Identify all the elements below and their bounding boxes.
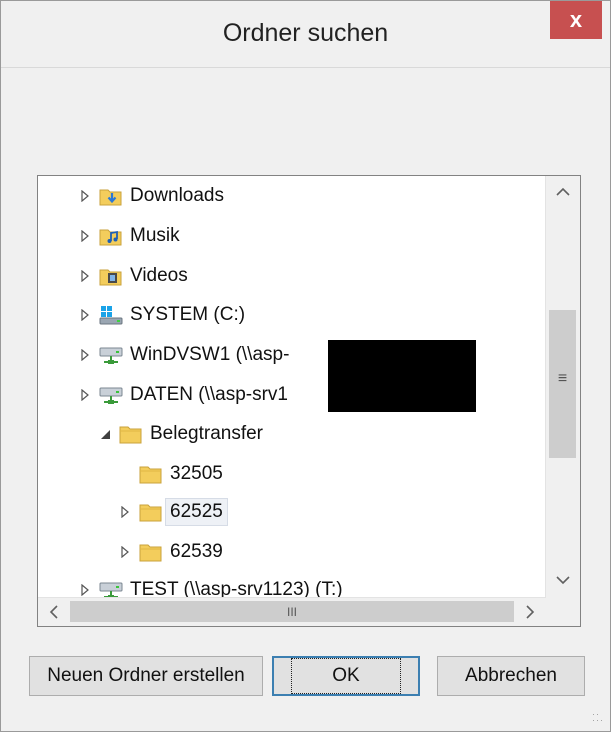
expand-arrow-icon[interactable] bbox=[118, 545, 132, 559]
tree-item-label: Belegtransfer bbox=[150, 423, 264, 444]
folder-icon bbox=[138, 462, 164, 486]
tree-item-label: 62539 bbox=[170, 541, 223, 562]
cancel-button-label: Abbrechen bbox=[465, 665, 557, 686]
vertical-scrollbar[interactable]: ≡ bbox=[545, 176, 580, 600]
folder-icon bbox=[138, 500, 164, 524]
tree-item[interactable]: Belegtransfer bbox=[98, 416, 263, 452]
videos-folder-icon bbox=[98, 264, 124, 288]
tree-item[interactable]: 62539 bbox=[118, 534, 223, 570]
tree-item-label: SYSTEM (C:) bbox=[130, 304, 246, 325]
tree-item[interactable]: Downloads bbox=[78, 178, 224, 214]
title-bar[interactable]: Ordner suchen x bbox=[1, 1, 610, 68]
vertical-thumb-grip: ≡ bbox=[557, 370, 568, 387]
chevron-up-icon bbox=[556, 187, 570, 196]
tree-item[interactable]: 62525 bbox=[118, 494, 228, 530]
tree-item-label: Videos bbox=[130, 265, 188, 286]
resize-grip[interactable]: ·· ··· bbox=[592, 710, 604, 725]
system-drive-icon bbox=[98, 303, 124, 327]
redaction-block bbox=[328, 340, 476, 412]
horizontal-scrollbar[interactable]: III bbox=[38, 597, 546, 626]
tree-item[interactable]: WinDVSW1 (\\asp- bbox=[78, 337, 289, 373]
expand-arrow-icon[interactable] bbox=[78, 348, 92, 362]
scroll-down-button[interactable] bbox=[546, 564, 580, 596]
chevron-down-icon bbox=[556, 576, 570, 585]
ok-button[interactable]: OK bbox=[272, 656, 420, 696]
vertical-scroll-thumb[interactable]: ≡ bbox=[549, 310, 576, 458]
expand-arrow-icon[interactable] bbox=[78, 308, 92, 322]
tree-item-label: Downloads bbox=[130, 185, 224, 206]
chevron-right-icon bbox=[526, 605, 535, 619]
tree-item[interactable]: DATEN (\\asp-srv1 bbox=[78, 377, 288, 413]
dialog-title: Ordner suchen bbox=[222, 19, 389, 47]
tree-item[interactable]: SYSTEM (C:) bbox=[78, 297, 245, 333]
tree-item-label: Musik bbox=[130, 225, 180, 246]
expand-arrow-icon[interactable] bbox=[118, 505, 132, 519]
scrollbar-corner bbox=[546, 598, 580, 626]
folder-tree[interactable]: Downloads Musik Videos SYSTEM (C:) WinDVSW1 … bbox=[37, 175, 581, 627]
tree-item[interactable]: 32505 bbox=[118, 456, 223, 492]
tree-item-label: 32505 bbox=[170, 463, 223, 484]
expand-arrow-icon[interactable] bbox=[78, 229, 92, 243]
expand-arrow-icon[interactable] bbox=[78, 189, 92, 203]
horizontal-scroll-thumb[interactable]: III bbox=[70, 601, 514, 622]
expand-arrow-icon[interactable] bbox=[78, 583, 92, 597]
expand-arrow-icon[interactable] bbox=[78, 388, 92, 402]
tree-item[interactable]: Videos bbox=[78, 258, 188, 294]
close-button[interactable]: x bbox=[550, 1, 602, 39]
network-drive-icon bbox=[98, 383, 124, 407]
tree-item-label: WinDVSW1 (\\asp- bbox=[130, 344, 290, 365]
scroll-right-button[interactable] bbox=[514, 598, 546, 626]
scroll-up-button[interactable] bbox=[546, 176, 580, 208]
horizontal-thumb-grip: III bbox=[286, 604, 297, 619]
scroll-left-button[interactable] bbox=[38, 598, 70, 626]
tree-item[interactable]: Musik bbox=[78, 218, 180, 254]
folder-icon bbox=[138, 540, 164, 564]
cancel-button[interactable]: Abbrechen bbox=[437, 656, 585, 696]
expanded-arrow-icon[interactable] bbox=[98, 427, 112, 441]
chevron-left-icon bbox=[49, 605, 58, 619]
folder-browse-dialog: Ordner suchen x Downloads Musik Videos SYST… bbox=[0, 0, 611, 732]
tree-item-label: 62525 bbox=[165, 498, 228, 526]
expand-arrow-icon[interactable] bbox=[78, 269, 92, 283]
ok-button-label: OK bbox=[291, 658, 401, 694]
close-icon: x bbox=[569, 7, 583, 32]
music-folder-icon bbox=[98, 224, 124, 248]
tree-item[interactable]: TEST (\\asp-srv1123) (T:) bbox=[78, 572, 343, 600]
downloads-folder-icon bbox=[98, 184, 124, 208]
new-folder-button-label: Neuen Ordner erstellen bbox=[47, 665, 245, 686]
network-drive-icon bbox=[98, 343, 124, 367]
folder-icon bbox=[118, 422, 144, 446]
new-folder-button[interactable]: Neuen Ordner erstellen bbox=[29, 656, 263, 696]
tree-item-label: DATEN (\\asp-srv1 bbox=[130, 384, 289, 405]
